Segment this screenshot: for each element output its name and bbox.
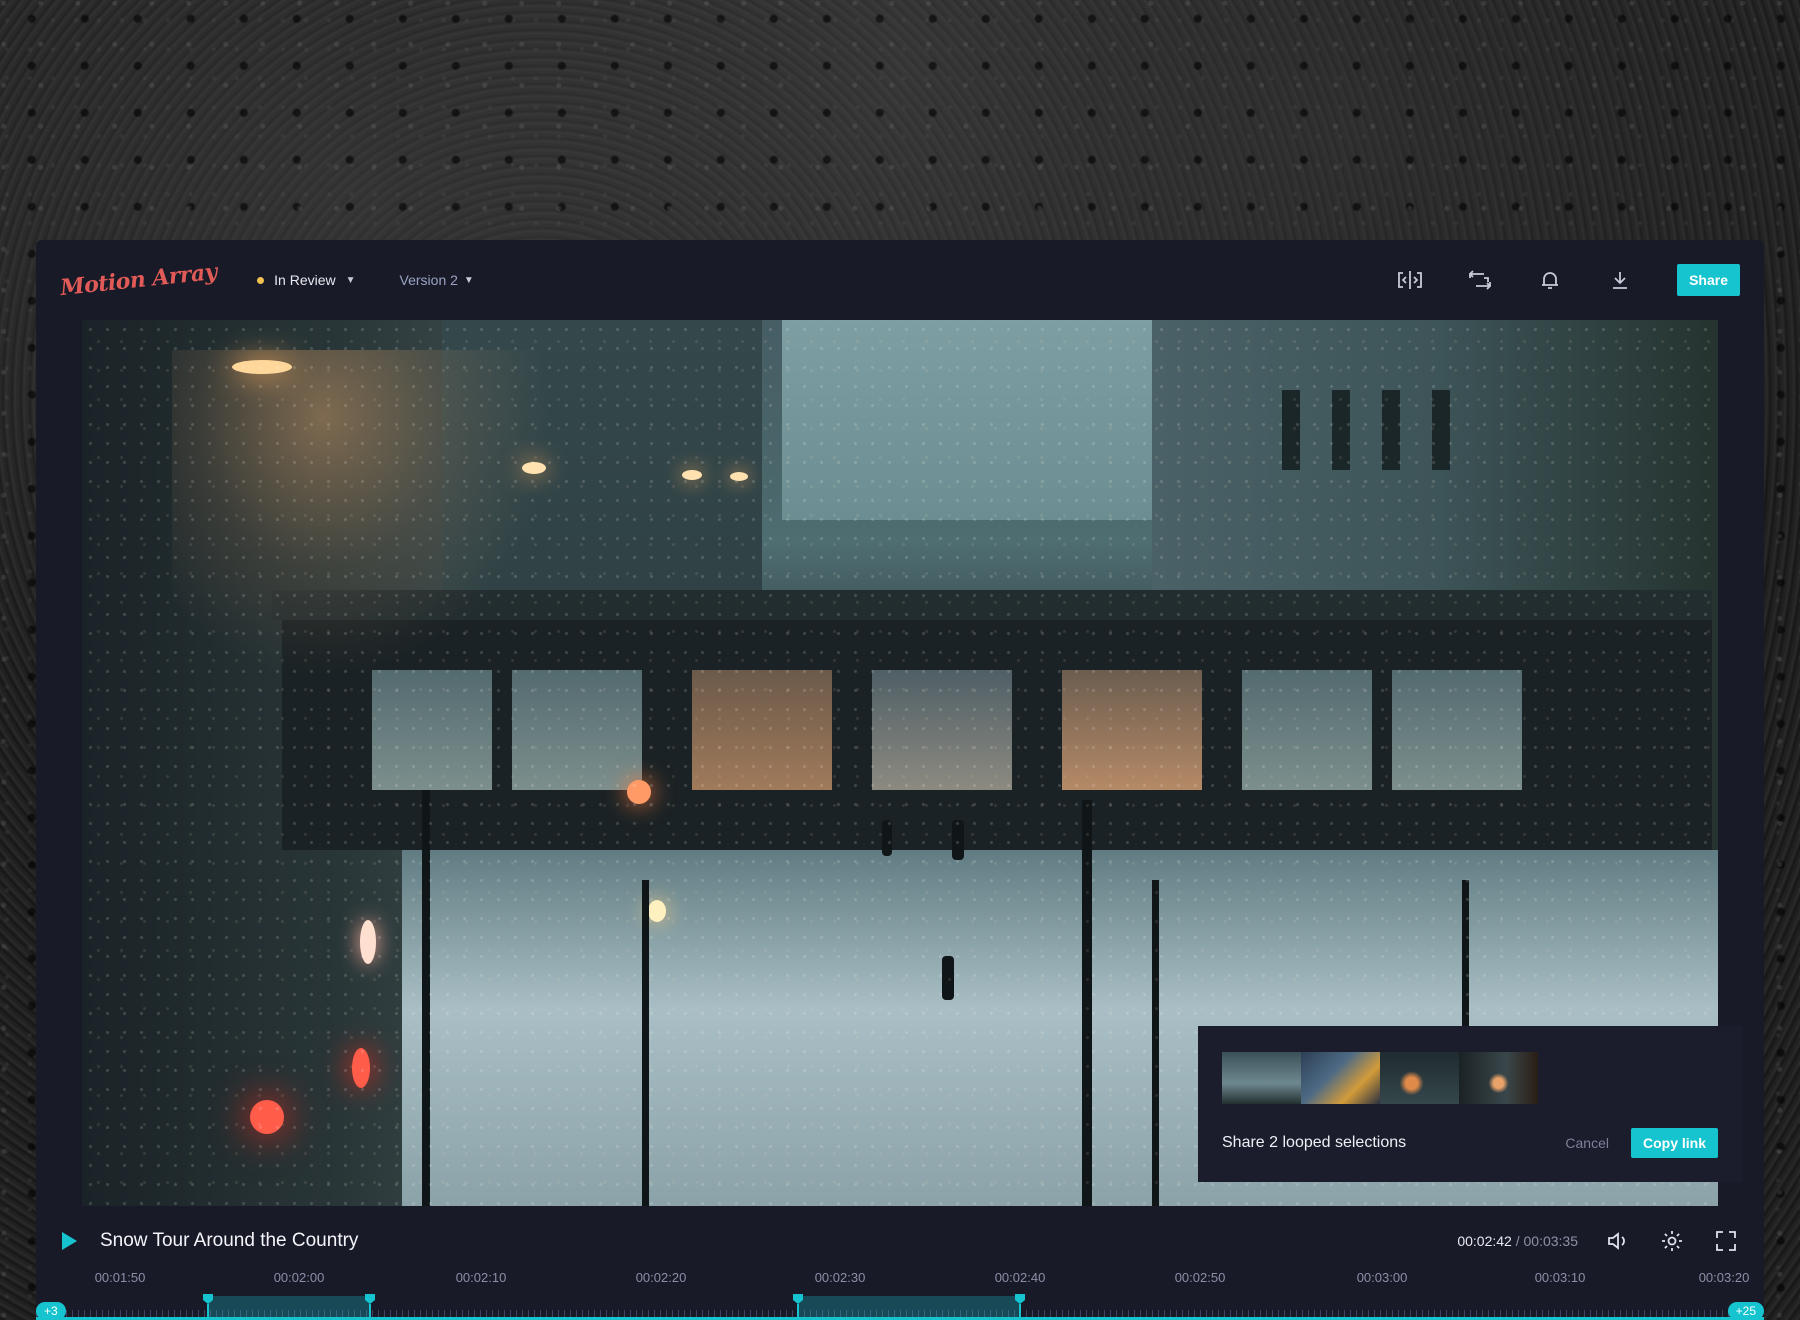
timeline-tick: 00:03:00 — [1356, 1270, 1408, 1285]
hidden-comments-badge[interactable]: +3 — [36, 1302, 66, 1320]
time-display: 00:02:42 / 00:03:35 — [1457, 1233, 1578, 1249]
timeline-tick: 00:03:10 — [1534, 1270, 1586, 1285]
timeline-tick: 00:02:40 — [994, 1270, 1046, 1285]
hidden-comments-badge[interactable]: +25 — [1727, 1302, 1764, 1320]
toolbar-actions: Share — [1355, 264, 1740, 296]
bell-icon[interactable] — [1535, 265, 1565, 295]
timeline[interactable]: 00:01:50 00:02:00 00:02:10 00:02:20 00:0… — [36, 1270, 1764, 1320]
controls-row: Snow Tour Around the Country 00:02:42 / … — [60, 1226, 1740, 1256]
top-bar: Motion Array In Review ▼ Version 2 ▼ Sha… — [36, 240, 1764, 320]
copy-link-button[interactable]: Copy link — [1630, 1128, 1718, 1158]
timeline-tick: 00:02:50 — [1174, 1270, 1226, 1285]
total-time: 00:03:35 — [1523, 1233, 1579, 1249]
selection-thumbnail — [1301, 1052, 1380, 1104]
cancel-button[interactable]: Cancel — [1565, 1135, 1609, 1151]
download-icon[interactable] — [1605, 265, 1635, 295]
video-title: Snow Tour Around the Country — [100, 1230, 359, 1251]
chevron-down-icon: ▼ — [463, 274, 474, 286]
timeline-tick: 00:02:00 — [273, 1270, 325, 1285]
selection-thumbnails — [1222, 1052, 1718, 1104]
settings-icon[interactable] — [1658, 1227, 1686, 1255]
timeline-tick: 00:01:50 — [94, 1270, 146, 1285]
current-time: 00:02:42 — [1457, 1233, 1512, 1249]
status-dropdown[interactable]: In Review ▼ — [257, 272, 356, 288]
version-label: Version 2 — [399, 272, 458, 288]
player-controls: Snow Tour Around the Country 00:02:42 / … — [36, 1206, 1764, 1320]
timeline-tick: 00:03:20 — [1698, 1270, 1750, 1285]
loop-icon[interactable] — [1465, 265, 1495, 295]
share-row: Share 2 looped selections Cancel Copy li… — [1222, 1128, 1718, 1158]
motion-array-logo[interactable]: Motion Array — [59, 259, 218, 301]
share-selections-panel: Share 2 looped selections Cancel Copy li… — [1198, 1026, 1742, 1182]
status-label: In Review — [274, 272, 336, 288]
play-icon[interactable] — [60, 1231, 78, 1251]
selection-thumbnail — [1380, 1052, 1459, 1104]
chevron-down-icon: ▼ — [345, 274, 356, 286]
timeline-tick: 00:02:30 — [814, 1270, 866, 1285]
timeline-tick: 00:02:20 — [635, 1270, 687, 1285]
selection-thumbnail — [1459, 1052, 1538, 1104]
status-dot-icon — [257, 276, 265, 284]
time-separator: / — [1515, 1233, 1520, 1249]
timeline-track[interactable] — [36, 1294, 1764, 1320]
volume-icon[interactable] — [1604, 1227, 1632, 1255]
timeline-tick: 00:02:10 — [455, 1270, 507, 1285]
share-button[interactable]: Share — [1677, 264, 1740, 296]
review-window: Motion Array In Review ▼ Version 2 ▼ Sha… — [36, 240, 1764, 1320]
fullscreen-icon[interactable] — [1712, 1227, 1740, 1255]
version-dropdown[interactable]: Version 2 ▼ — [400, 272, 474, 288]
share-message: Share 2 looped selections — [1222, 1134, 1407, 1151]
compare-icon[interactable] — [1395, 265, 1425, 295]
selection-thumbnail — [1222, 1052, 1301, 1104]
